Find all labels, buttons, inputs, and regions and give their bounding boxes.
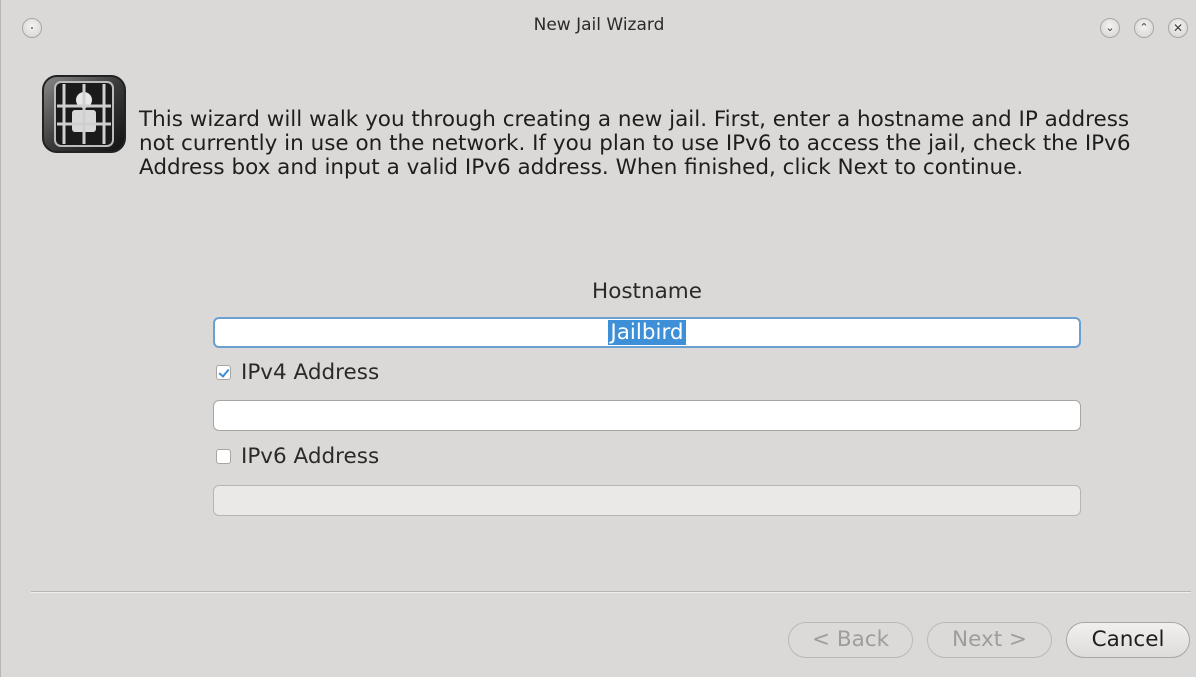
chevron-down-icon: ⌄: [1105, 21, 1115, 34]
ipv4-checkbox-row[interactable]: IPv4 Address: [216, 358, 379, 386]
close-button[interactable]: ✕: [1168, 18, 1188, 38]
next-button[interactable]: Next >: [927, 622, 1052, 658]
chevron-up-icon: ⌃: [1139, 21, 1149, 34]
wizard-window: New Jail Wizard ⌄ ⌃ ✕ This wizard will w…: [0, 0, 1196, 677]
window-title: New Jail Wizard: [533, 15, 665, 35]
back-button[interactable]: < Back: [788, 622, 913, 658]
title-bar[interactable]: New Jail Wizard ⌄ ⌃ ✕: [1, 0, 1196, 52]
ipv6-label: IPv6 Address: [241, 443, 380, 469]
cancel-button[interactable]: Cancel: [1066, 622, 1190, 658]
ipv6-checkbox-row[interactable]: IPv6 Address: [216, 442, 379, 470]
ipv4-address-input[interactable]: [213, 400, 1081, 431]
close-icon: ✕: [1172, 21, 1184, 35]
hostname-label: Hostname: [592, 279, 702, 304]
button-divider: [31, 591, 1191, 593]
ipv4-checkbox[interactable]: [216, 364, 231, 380]
ipv6-address-input[interactable]: [213, 485, 1081, 516]
jail-app-icon: [42, 75, 126, 153]
hostname-input[interactable]: Jailbird: [213, 317, 1081, 348]
maximize-button[interactable]: ⌃: [1134, 18, 1154, 38]
ipv6-checkbox[interactable]: [216, 448, 231, 464]
wizard-description: This wizard will walk you through creati…: [139, 107, 1131, 180]
hostname-value: Jailbird: [608, 320, 686, 345]
minimize-button[interactable]: ⌄: [1100, 18, 1120, 38]
ipv4-label: IPv4 Address: [241, 359, 380, 385]
